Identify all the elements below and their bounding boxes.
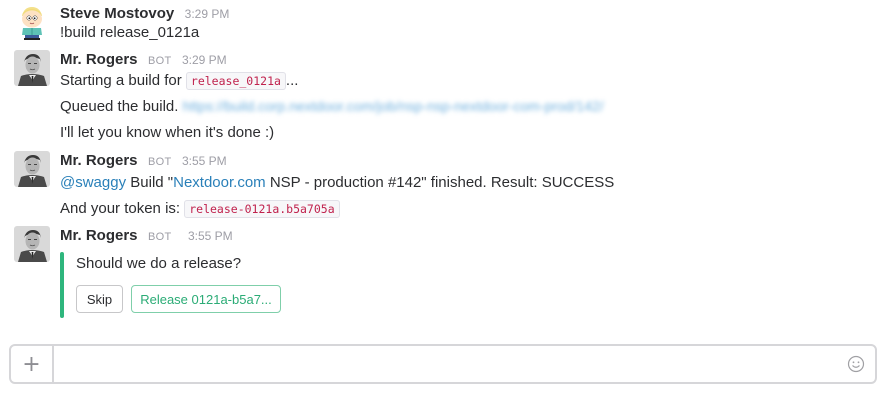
text-prefix: Starting a build for	[60, 72, 186, 89]
text-prefix: And your token is:	[60, 200, 185, 217]
butters-avatar-icon[interactable]	[14, 4, 50, 40]
token-code: release-0121a.b5a705a	[184, 200, 340, 218]
mr-rogers-avatar-icon[interactable]	[14, 226, 50, 262]
timestamp[interactable]: 3:29 PM	[185, 7, 230, 21]
mr-rogers-avatar-icon[interactable]	[14, 50, 50, 86]
mr-rogers-avatar-icon[interactable]	[14, 151, 50, 187]
sender-name[interactable]: Mr. Rogers	[60, 152, 138, 169]
build-link[interactable]: https://build.corp.nextdoor.com/job/nsp-…	[183, 98, 604, 114]
skip-button[interactable]: Skip	[76, 285, 123, 313]
message-line: Starting a build for release_0121a...	[60, 72, 299, 90]
message-input[interactable]	[55, 346, 835, 382]
message-line: And your token is: release-0121a.b5a705a	[60, 200, 340, 218]
release-button[interactable]: Release 0121a-b5a7...	[131, 285, 281, 313]
text-prefix: Queued the build.	[60, 98, 183, 115]
attachment-accent-bar	[60, 252, 64, 318]
text-suffix: ...	[285, 72, 299, 89]
bot-badge: BOT	[147, 156, 172, 168]
smiley-face-icon[interactable]	[847, 355, 865, 373]
attachment-text: Should we do a release?	[76, 255, 242, 272]
message-line: Queued the build. https://build.corp.nex…	[60, 98, 604, 115]
plus-icon[interactable]: +	[11, 346, 54, 382]
text-part: Build "	[126, 174, 174, 191]
text-part: NSP - production #142" finished. Result:…	[265, 174, 615, 191]
bot-badge: BOT	[147, 231, 172, 243]
inline-code: release_0121a	[185, 72, 286, 90]
message-line: I'll let you know when it's done :)	[60, 124, 275, 141]
message-composer: +	[9, 344, 877, 384]
nextdoor-link[interactable]: Nextdoor.com	[173, 174, 266, 191]
message-text: !build release_0121a	[60, 24, 200, 41]
sender-name[interactable]: Mr. Rogers	[60, 227, 138, 244]
message-line: @swaggy Build "Nextdoor.com NSP - produc…	[60, 174, 614, 191]
sender-name[interactable]: Steve Mostovoy	[60, 5, 174, 22]
timestamp[interactable]: 3:55 PM	[188, 229, 233, 243]
timestamp[interactable]: 3:29 PM	[182, 53, 227, 67]
sender-name[interactable]: Mr. Rogers	[60, 51, 138, 68]
bot-badge: BOT	[147, 55, 172, 67]
timestamp[interactable]: 3:55 PM	[182, 154, 227, 168]
user-mention[interactable]: @swaggy	[60, 174, 126, 191]
